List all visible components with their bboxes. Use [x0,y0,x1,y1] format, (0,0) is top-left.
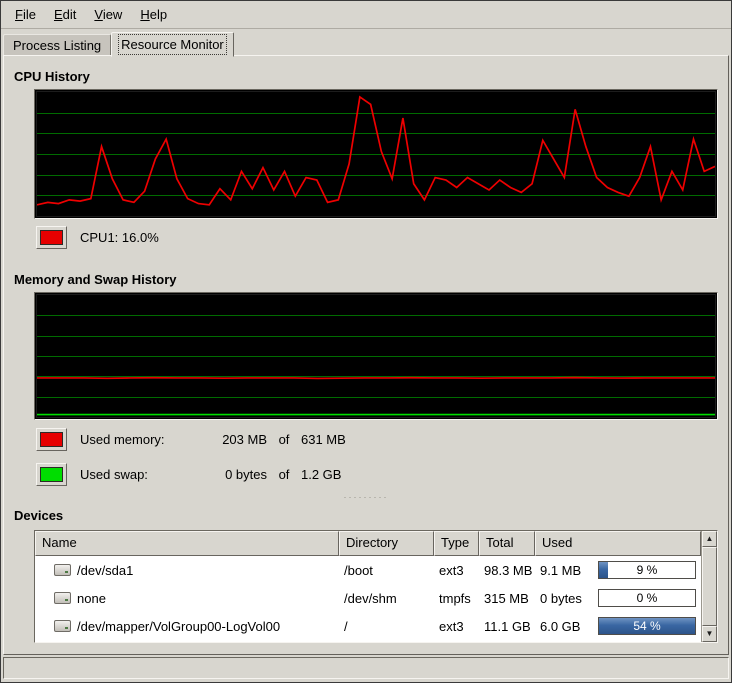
cpu-history-chart [34,89,718,219]
memory-of-label: of [267,432,301,447]
device-used-bytes: 9.1 MB [540,563,592,578]
memory-legend-label: Used memory: [80,432,205,447]
device-usage-bar: 0 % [598,589,696,607]
device-name: /dev/sda1 [77,563,133,578]
devices-table-main: Name Directory Type Total Used /dev/sda1… [35,531,701,642]
column-header-used[interactable]: Used [535,531,701,556]
device-type: ext3 [434,619,479,634]
usage-percent-label: 54 % [599,618,695,634]
menu-bar: File Edit View Help [1,1,731,29]
status-bar [3,657,729,679]
vertical-scrollbar: ▲ ▼ [701,531,717,642]
swap-color-swatch[interactable] [36,463,67,486]
system-monitor-window: File Edit View Help Process Listing Reso… [0,0,732,683]
swap-color [40,467,63,482]
drive-icon [54,592,71,604]
memory-legend: Used memory:203 MBof631 MB [36,428,346,451]
notebook-tabs: Process Listing Resource Monitor [3,30,729,56]
cpu-legend: CPU1: 16.0% [36,226,159,249]
swap-legend-label: Used swap: [80,467,205,482]
memory-usage-line [37,378,715,379]
device-type: ext3 [434,563,479,578]
memory-used-value: 203 MB [205,432,267,447]
cpu-usage-plot [37,92,715,216]
scrollbar-thumb[interactable] [702,547,717,626]
device-total: 315 MB [479,591,535,606]
device-total: 11.1 GB [479,619,535,634]
device-used-bytes: 0 bytes [540,591,592,606]
device-total: 98.3 MB [479,563,535,578]
scroll-down-icon[interactable]: ▼ [702,626,717,642]
scroll-up-icon[interactable]: ▲ [702,531,717,547]
swap-of-label: of [267,467,301,482]
swap-legend: Used swap:0 bytesof1.2 GB [36,463,341,486]
device-usage-bar: 9 % [598,561,696,579]
device-name: /dev/mapper/VolGroup00-LogVol00 [77,619,280,634]
drive-icon [54,620,71,632]
column-header-directory[interactable]: Directory [339,531,434,556]
device-name: none [77,591,106,606]
column-header-total[interactable]: Total [479,531,535,556]
cpu-chart-area [36,91,716,217]
memory-total-value: 631 MB [301,432,346,447]
cpu-usage-line [37,97,715,205]
cpu-color-swatch[interactable] [36,226,67,249]
devices-table: Name Directory Type Total Used /dev/sda1… [34,530,718,643]
usage-percent-label: 0 % [599,590,695,606]
memory-swap-chart [34,292,718,420]
device-directory: / [339,619,434,634]
devices-table-body: /dev/sda1 /boot ext3 98.3 MB 9.1 MB 9 % … [35,556,701,642]
usage-percent-label: 9 % [599,562,695,578]
tab-resource-monitor[interactable]: Resource Monitor [111,32,234,57]
memory-chart-area [36,294,716,418]
pane-resize-handle[interactable]: ········· [4,493,728,501]
device-row-none[interactable]: none /dev/shm tmpfs 315 MB 0 bytes 0 % [35,584,701,612]
memory-color-swatch[interactable] [36,428,67,451]
device-used-bytes: 6.0 GB [540,619,592,634]
memory-color [40,432,63,447]
column-header-name[interactable]: Name [35,531,339,556]
swap-used-value: 0 bytes [205,467,267,482]
menu-edit[interactable]: Edit [45,2,85,27]
memory-history-title: Memory and Swap History [14,272,177,287]
devices-title: Devices [14,508,63,523]
cpu-history-title: CPU History [14,69,90,84]
device-row-logvol00[interactable]: /dev/mapper/VolGroup00-LogVol00 / ext3 1… [35,612,701,640]
resource-monitor-page: CPU History CPU1: 16.0% Memory and Swap … [3,55,729,655]
menu-file[interactable]: File [6,2,45,27]
device-type: tmpfs [434,591,479,606]
device-directory: /dev/shm [339,591,434,606]
device-directory: /boot [339,563,434,578]
cpu-legend-label: CPU1: 16.0% [80,230,159,245]
device-usage-bar: 54 % [598,617,696,635]
device-row-sda1[interactable]: /dev/sda1 /boot ext3 98.3 MB 9.1 MB 9 % [35,556,701,584]
menu-help[interactable]: Help [131,2,176,27]
column-header-type[interactable]: Type [434,531,479,556]
cpu-color [40,230,63,245]
devices-table-header: Name Directory Type Total Used [35,531,701,556]
tab-process-listing[interactable]: Process Listing [3,34,111,57]
menu-view[interactable]: View [85,2,131,27]
drive-icon [54,564,71,576]
memory-swap-plot [37,295,715,417]
swap-total-value: 1.2 GB [301,467,341,482]
